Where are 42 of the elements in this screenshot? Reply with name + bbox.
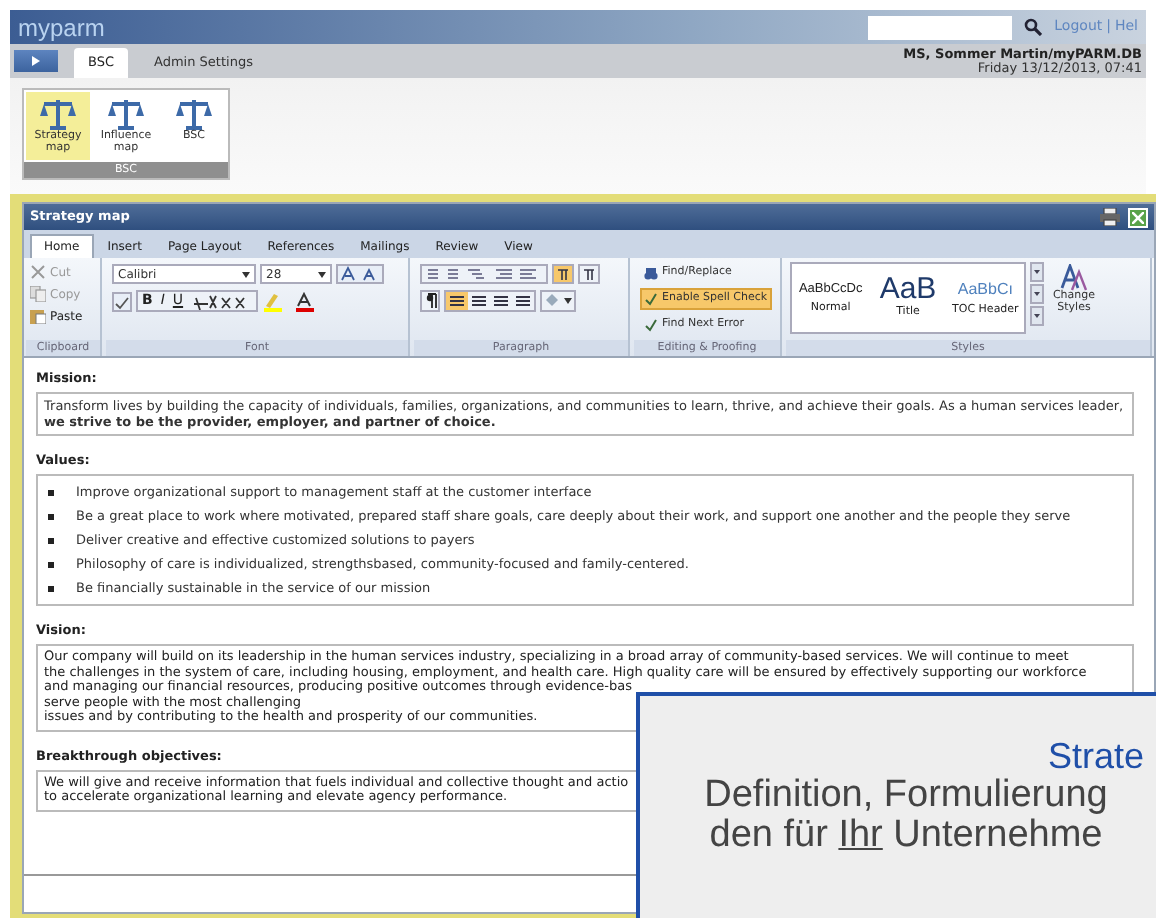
printer-icon [1100,208,1120,226]
alignment-button[interactable] [512,292,534,310]
clipboard-icon [30,308,46,324]
scales-icon [106,96,146,130]
alignment-button[interactable] [468,292,490,310]
styles-icon [1060,264,1088,292]
bullet-icon [48,585,54,591]
bullet-icon [48,513,54,519]
pilcrow-icon [420,290,440,312]
align-icon [494,295,508,307]
copy-icon [30,286,46,302]
scissors-icon [30,264,46,280]
callout-text: den für Ihr Unternehme [709,816,1103,856]
align-icon [450,295,464,307]
search-field[interactable] [868,15,1013,39]
fill-color-icon [540,290,576,312]
menu-toggle-button[interactable] [14,50,58,72]
play-icon [32,56,40,66]
text-box[interactable] [36,474,1134,606]
paragraph-icon [556,268,570,280]
search-icon [1024,18,1043,36]
caret-icon [318,271,326,277]
list-icons [420,264,548,284]
text-box[interactable] [36,392,1134,436]
bullet-icon [48,537,54,543]
paragraph-icon [582,268,596,280]
alignment-button[interactable] [446,292,468,310]
bullet-icon [48,489,54,495]
align-icon [472,295,486,307]
scales-icon [174,96,214,130]
bullet-icon [48,561,54,567]
caret-icon [242,271,250,277]
alignment-button[interactable] [490,292,512,310]
scales-icon [38,96,78,130]
callout-text: Definition, Formulierung [704,776,1108,816]
close-icon [1132,211,1144,223]
text-direction-button[interactable] [578,264,600,284]
align-icon [516,295,530,307]
grow-font-icon [336,264,384,284]
close-button[interactable] [1128,207,1148,227]
text-direction-button[interactable] [552,264,574,284]
app-logo: myparm [18,15,105,39]
